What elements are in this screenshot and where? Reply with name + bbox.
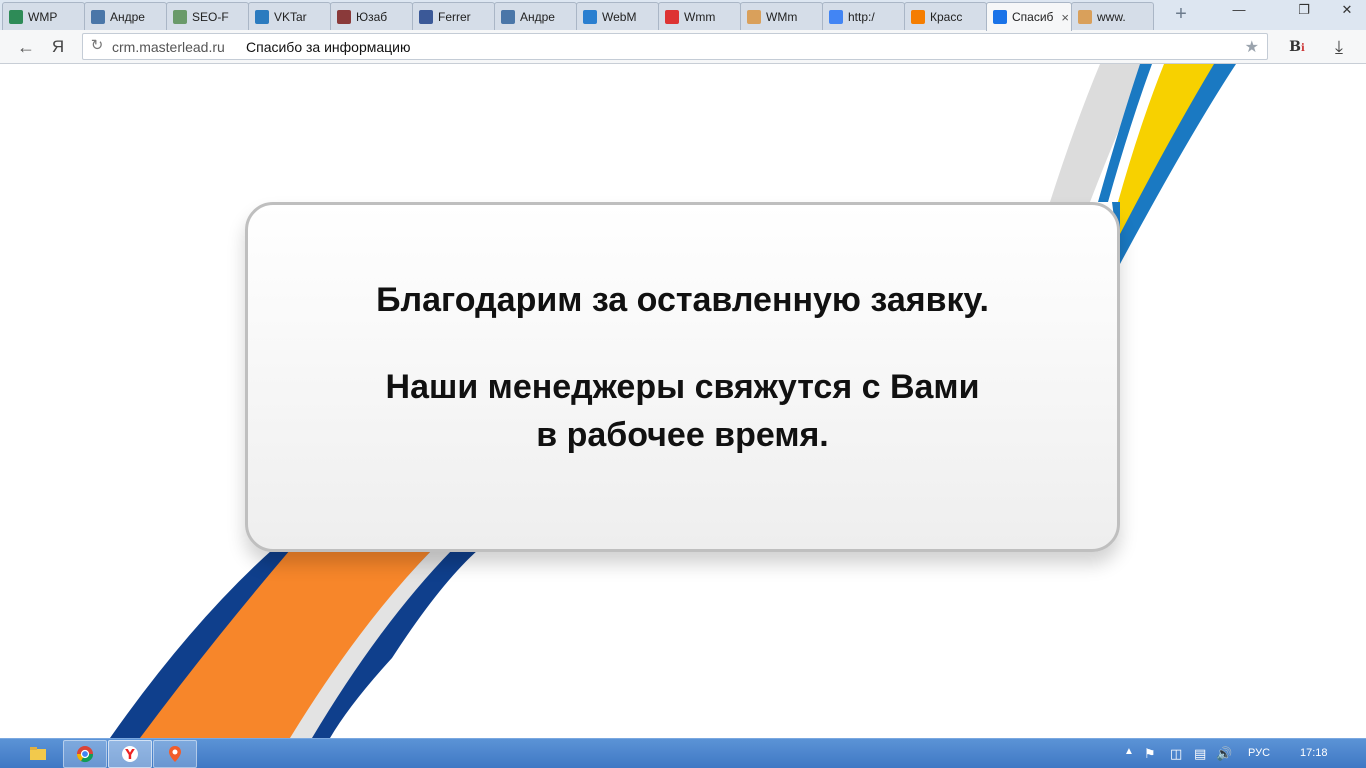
tab-2[interactable]: Андре: [84, 2, 167, 30]
back-button[interactable]: ←: [14, 35, 38, 59]
browser-toolbar: ← Я ↻ crm.masterlead.ru Спасибо за инфор…: [0, 30, 1366, 64]
tab-10[interactable]: WMm: [740, 2, 823, 30]
tab-title: Ferrer: [438, 9, 471, 24]
system-clock[interactable]: 17:18: [1300, 747, 1328, 759]
tab-7[interactable]: Андре: [494, 2, 577, 30]
tab-9[interactable]: Wmm: [658, 2, 741, 30]
reload-icon[interactable]: ↻: [89, 38, 105, 54]
contact-message-line-1: Наши менеджеры свяжутся с Вами: [385, 368, 980, 406]
tab-title: WMP: [28, 9, 58, 24]
browser-window: WMP Андре SEO-F VKTar Юзаб Ferrer Андре WebM Wmm…: [0, 0, 1366, 768]
contact-message-line-2: в рабочее время.: [536, 416, 829, 454]
chrome-taskbar-icon[interactable]: [63, 740, 107, 768]
tab-1[interactable]: WMP: [2, 2, 85, 30]
tab-title: VKTar: [274, 9, 307, 24]
address-bar[interactable]: ↻ crm.masterlead.ru Спасибо за информаци…: [82, 33, 1268, 60]
thank-you-message: Благодарим за оставленную заявку.: [376, 281, 989, 319]
tab-5[interactable]: Юзаб: [330, 2, 413, 30]
wmp-icon: [9, 9, 23, 24]
cookie-icon: [747, 9, 761, 24]
power-icon[interactable]: ◫: [1170, 746, 1182, 762]
tab-title: http:/: [848, 9, 875, 24]
tab-title: SEO-F: [192, 9, 229, 24]
new-tab-button[interactable]: +: [1170, 4, 1192, 26]
minimize-button[interactable]: —: [1222, 0, 1256, 22]
url-domain: crm.masterlead.ru: [112, 39, 225, 55]
download-icon[interactable]: ⤓: [1328, 36, 1350, 58]
show-hidden-icons-icon[interactable]: ▲: [1124, 746, 1134, 757]
google-icon: [829, 9, 843, 24]
tab-title: Юзаб: [356, 9, 388, 24]
yandex-browser-taskbar-icon[interactable]: Y: [108, 740, 152, 768]
tab-title: Андре: [520, 9, 555, 24]
facebook-icon: [419, 9, 433, 24]
yandex-logo-icon[interactable]: Я: [46, 35, 70, 59]
tab-title: www.: [1097, 9, 1126, 24]
tab-title: Спасиб: [1012, 10, 1054, 24]
page-icon: [993, 10, 1007, 24]
extension-icon[interactable]: Bi: [1287, 37, 1307, 57]
tab-12[interactable]: Красс: [904, 2, 987, 30]
tab-13[interactable]: Спасиб ×: [986, 2, 1072, 31]
tab-6[interactable]: Ferrer: [412, 2, 495, 30]
t-icon: [337, 9, 351, 24]
tab-title: WebM: [602, 9, 637, 24]
tab-11[interactable]: http:/: [822, 2, 905, 30]
network-icon[interactable]: ▤: [1194, 746, 1206, 762]
tab-title: Wmm: [684, 9, 716, 24]
tab-14[interactable]: www.: [1071, 2, 1154, 30]
file-explorer-icon[interactable]: [16, 740, 60, 768]
tab-3[interactable]: SEO-F: [166, 2, 249, 30]
restore-button[interactable]: ❐: [1287, 0, 1321, 22]
yandex-icon: [665, 9, 679, 24]
bookmark-star-icon[interactable]: ★: [1245, 37, 1259, 57]
cookie-icon: [1078, 9, 1092, 24]
seo-icon: [173, 9, 187, 24]
url-page-title: Спасибо за информацию: [246, 39, 411, 55]
tab-8[interactable]: WebM: [576, 2, 659, 30]
vk-icon: [91, 9, 105, 24]
vk-icon: [501, 9, 515, 24]
thank-you-card: Благодарим за оставленную заявку. Наши м…: [245, 202, 1120, 552]
tab-title: Красс: [930, 9, 963, 24]
globe-icon: [583, 9, 597, 24]
close-tab-icon[interactable]: ×: [1061, 10, 1069, 25]
volume-icon[interactable]: 🔊: [1216, 746, 1232, 762]
blogger-icon: [911, 9, 925, 24]
page-content: Благодарим за оставленную заявку. Наши м…: [0, 64, 1366, 738]
action-center-flag-icon[interactable]: ⚑: [1144, 746, 1156, 762]
tab-strip: WMP Андре SEO-F VKTar Юзаб Ferrer Андре WebM Wmm…: [0, 0, 1366, 31]
windows-taskbar: Y ▲ ⚑ ◫ ▤ 🔊 РУС 17:18: [0, 738, 1366, 768]
tab-title: WMm: [766, 9, 798, 24]
close-window-button[interactable]: ✕: [1330, 0, 1364, 22]
vktarget-icon: [255, 9, 269, 24]
tab-title: Андре: [110, 9, 145, 24]
language-indicator[interactable]: РУС: [1248, 747, 1270, 759]
maps-taskbar-icon[interactable]: [153, 740, 197, 768]
tab-4[interactable]: VKTar: [248, 2, 331, 30]
svg-text:Y: Y: [124, 748, 135, 763]
